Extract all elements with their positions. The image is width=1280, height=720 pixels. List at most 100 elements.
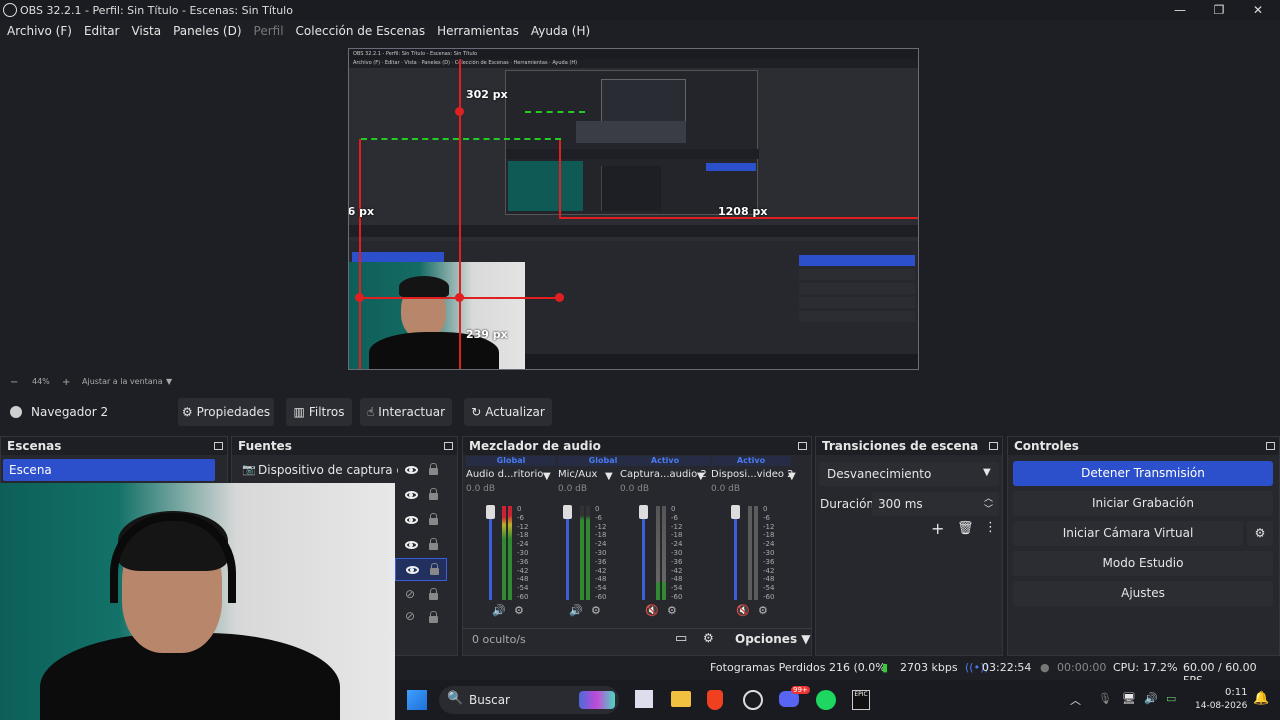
menu-paneles[interactable]: Paneles (D) <box>173 24 241 38</box>
channel-dropdown-icon[interactable]: ▼ <box>605 471 613 482</box>
scale-tick: -36 <box>763 557 775 566</box>
show-hidden-icons[interactable]: ︿ <box>1070 692 1081 708</box>
chevron-down-icon[interactable]: ﹀ <box>984 502 993 515</box>
minimize-button[interactable]: — <box>1160 0 1200 20</box>
layout-icon[interactable]: ▭ <box>675 631 687 646</box>
muted-speaker-icon[interactable]: 🔇 <box>736 604 750 617</box>
zoom-out-button[interactable]: − <box>10 377 18 388</box>
maximize-button[interactable]: ❐ <box>1199 0 1239 20</box>
popout-icon[interactable] <box>444 442 453 450</box>
stop-streaming-button[interactable]: Detener Transmisión <box>1013 461 1273 486</box>
fader-knob[interactable] <box>486 505 495 519</box>
speaker-icon[interactable]: 🔊 <box>569 604 583 617</box>
scene-item[interactable]: Escena <box>3 459 215 481</box>
transition-select[interactable]: Desvanecimiento ▼ <box>819 462 999 486</box>
microphone-icon[interactable]: 🎙 <box>1098 692 1112 705</box>
interact-button[interactable]: ☝ Interactuar <box>360 398 452 426</box>
lock-icon[interactable] <box>429 611 438 623</box>
start-recording-button[interactable]: Iniciar Grabación <box>1013 491 1273 516</box>
resize-handle[interactable] <box>355 293 364 302</box>
mixer-options-button[interactable]: Opciones ▼ <box>735 632 811 646</box>
nested-settings-button <box>799 311 915 322</box>
volume-fader[interactable] <box>642 508 645 600</box>
channel-name[interactable]: Disposi...video 2 <box>711 469 794 480</box>
menu-coleccion[interactable]: Colección de Escenas <box>296 24 426 38</box>
fader-knob[interactable] <box>639 505 648 519</box>
file-explorer-icon[interactable] <box>671 691 691 707</box>
fader-knob[interactable] <box>731 505 740 519</box>
close-button[interactable]: ✕ <box>1238 0 1278 20</box>
spotify-icon[interactable] <box>816 690 836 710</box>
visibility-eye-icon[interactable] <box>405 491 418 499</box>
advanced-audio-icon[interactable]: ⚙ <box>703 631 714 645</box>
resize-handle[interactable] <box>455 107 464 116</box>
channel-dropdown-icon[interactable]: ▼ <box>543 471 551 482</box>
visibility-eye-icon[interactable] <box>405 466 418 474</box>
notifications-bell-icon[interactable]: 🔔 <box>1253 691 1269 706</box>
hidden-eye-icon[interactable]: ⊘ <box>405 587 415 601</box>
duration-label: Duración <box>820 497 875 511</box>
brave-browser-icon[interactable] <box>707 690 723 710</box>
popout-icon[interactable] <box>989 442 998 450</box>
taskbar-search[interactable]: 🔍 Buscar <box>439 686 619 714</box>
settings-cog-icon[interactable]: ⚙ <box>758 604 768 617</box>
properties-button[interactable]: ⚙ Propiedades <box>178 398 274 426</box>
menu-herramientas[interactable]: Herramientas <box>437 24 519 38</box>
zoom-in-button[interactable]: + <box>62 377 70 388</box>
zoom-fit[interactable]: Ajustar a la ventana <box>82 377 163 386</box>
channel-dropdown-icon[interactable]: ▼ <box>788 471 796 482</box>
settings-cog-icon[interactable]: ⚙ <box>667 604 677 617</box>
lock-icon[interactable] <box>429 513 438 525</box>
scale-tick: -60 <box>763 592 775 601</box>
settings-cog-icon[interactable]: ⚙ <box>591 604 601 617</box>
menu-ayuda[interactable]: Ayuda (H) <box>531 24 590 38</box>
volume-icon[interactable]: 🔊 <box>1144 692 1158 705</box>
more-options-icon[interactable]: ⋮ <box>984 520 997 535</box>
lock-icon[interactable] <box>430 563 439 575</box>
volume-fader[interactable] <box>734 508 737 600</box>
settings-cog-icon[interactable]: ⚙ <box>514 604 524 617</box>
visibility-eye-icon[interactable] <box>405 541 418 549</box>
refresh-button[interactable]: ↻ Actualizar <box>464 398 552 426</box>
volume-fader[interactable] <box>566 508 569 600</box>
resize-handle[interactable] <box>555 293 564 302</box>
filters-button[interactable]: ▥ Filtros <box>286 398 352 426</box>
obs-taskbar-icon[interactable] <box>743 690 763 710</box>
start-virtual-camera-button[interactable]: Iniciar Cámara Virtual <box>1013 521 1243 546</box>
popout-icon[interactable] <box>1266 442 1275 450</box>
source-row[interactable]: 📷 Dispositivo de captura de vi <box>234 458 446 481</box>
duration-spinbox[interactable]: 300 ms ︿ ﹀ <box>872 492 999 516</box>
lock-icon[interactable] <box>429 463 438 475</box>
trash-icon[interactable]: 🗑 <box>957 521 974 536</box>
menu-archivo[interactable]: Archivo (F) <box>7 24 72 38</box>
lock-icon[interactable] <box>429 488 438 500</box>
fader-knob[interactable] <box>563 505 572 519</box>
preview-canvas[interactable]: OBS 32.2.1 - Perfil: Sin Título - Escena… <box>348 48 919 370</box>
popout-icon[interactable] <box>798 442 807 450</box>
hidden-eye-icon[interactable]: ⊘ <box>405 609 415 623</box>
popout-icon[interactable] <box>214 442 223 450</box>
volume-fader[interactable] <box>489 508 492 600</box>
virtual-camera-settings-button[interactable]: ⚙ <box>1247 521 1273 546</box>
muted-speaker-icon[interactable]: 🔇 <box>645 604 659 617</box>
epic-games-icon[interactable]: EPIC <box>852 690 870 710</box>
task-view-icon[interactable] <box>635 690 653 708</box>
channel-dropdown-icon[interactable]: ▼ <box>697 471 705 482</box>
studio-mode-button[interactable]: Modo Estudio <box>1013 551 1273 576</box>
lock-icon[interactable] <box>429 538 438 550</box>
settings-button[interactable]: Ajustes <box>1013 581 1273 606</box>
resize-handle[interactable] <box>455 293 464 302</box>
source-row-selected[interactable] <box>395 558 447 581</box>
windows-start-icon[interactable] <box>407 690 427 710</box>
add-transition-icon[interactable]: + <box>931 519 944 538</box>
lock-icon[interactable] <box>429 588 438 600</box>
visibility-eye-icon[interactable] <box>405 516 418 524</box>
menu-editar[interactable]: Editar <box>84 24 120 38</box>
visibility-eye-icon[interactable] <box>406 566 419 574</box>
battery-icon[interactable]: ▭ <box>1166 692 1176 705</box>
network-icon[interactable]: 🖥 <box>1122 692 1136 705</box>
speaker-icon[interactable]: 🔊 <box>492 604 506 617</box>
zoom-dropdown-icon[interactable]: ▼ <box>166 377 172 386</box>
menu-perfil[interactable]: Perfil <box>254 24 284 38</box>
menu-vista[interactable]: Vista <box>131 24 161 38</box>
